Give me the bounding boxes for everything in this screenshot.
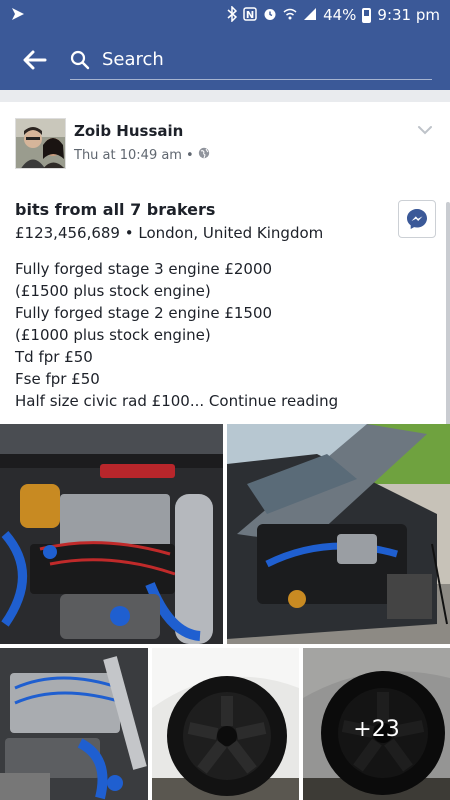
- photo-engine-closeup[interactable]: [0, 648, 148, 800]
- author-name[interactable]: Zoib Hussain: [74, 122, 183, 140]
- search-icon: [70, 50, 90, 69]
- listing-title: bits from all 7 brakers: [15, 200, 216, 219]
- post-header: Zoib Hussain Thu at 10:49 am •: [15, 118, 435, 170]
- notification-flag-icon: [10, 6, 26, 25]
- body-line: Fully forged stage 2 engine £1500: [15, 304, 273, 322]
- body-line: Fully forged stage 3 engine £2000: [15, 260, 273, 278]
- continue-reading-link[interactable]: Continue reading: [209, 392, 338, 410]
- post-meta: Thu at 10:49 am •: [74, 147, 210, 163]
- alarm-icon: [263, 7, 277, 24]
- body-line-truncated: Half size civic rad £100...: [15, 392, 205, 410]
- more-photos-count[interactable]: +23: [303, 648, 450, 800]
- photo-engine-bay-1[interactable]: [0, 424, 223, 644]
- body-line: Fse fpr £50: [15, 370, 100, 388]
- scrollbar-thumb[interactable]: [446, 202, 450, 442]
- post-body: Fully forged stage 3 engine £2000 (£1500…: [15, 258, 435, 412]
- back-arrow-icon: [23, 50, 47, 70]
- messenger-icon: [407, 209, 427, 229]
- body-line: Td fpr £50: [15, 348, 93, 366]
- meta-separator: •: [185, 147, 194, 163]
- globe-icon: [198, 147, 210, 163]
- marketplace-post-card: Zoib Hussain Thu at 10:49 am • bits from…: [0, 102, 450, 800]
- author-avatar[interactable]: [15, 118, 66, 169]
- body-line: (£1500 plus stock engine): [15, 282, 211, 300]
- search-input[interactable]: Search: [70, 40, 432, 80]
- battery-icon: [362, 7, 372, 23]
- status-bar: N 44% 9:31 pm: [0, 0, 450, 30]
- body-last-line: Half size civic rad £100... Continue rea…: [15, 390, 435, 412]
- photo-car-bonnet-open[interactable]: [227, 424, 450, 644]
- feed: Zoib Hussain Thu at 10:49 am • bits from…: [0, 90, 450, 800]
- body-line: (£1000 plus stock engine): [15, 326, 211, 344]
- post-options-chevron-icon[interactable]: [415, 120, 435, 140]
- photo-black-wheel-1[interactable]: [152, 648, 299, 800]
- back-button[interactable]: [0, 30, 70, 90]
- photo-grid: +23: [0, 424, 450, 800]
- bluetooth-icon: [227, 4, 238, 25]
- message-seller-button[interactable]: [398, 200, 436, 238]
- photo-black-wheel-2[interactable]: +23: [303, 648, 450, 800]
- svg-text:N: N: [246, 10, 254, 21]
- search-placeholder: Search: [102, 49, 164, 70]
- signal-icon: [303, 7, 317, 24]
- wifi-icon: [283, 7, 297, 24]
- post-timestamp[interactable]: Thu at 10:49 am: [74, 148, 182, 163]
- battery-percent: 44%: [323, 6, 357, 24]
- nfc-icon: N: [243, 6, 257, 24]
- top-search-bar: Search: [0, 30, 450, 90]
- clock-time: 9:31 pm: [377, 6, 440, 24]
- listing-price-location: £123,456,689 • London, United Kingdom: [15, 224, 324, 242]
